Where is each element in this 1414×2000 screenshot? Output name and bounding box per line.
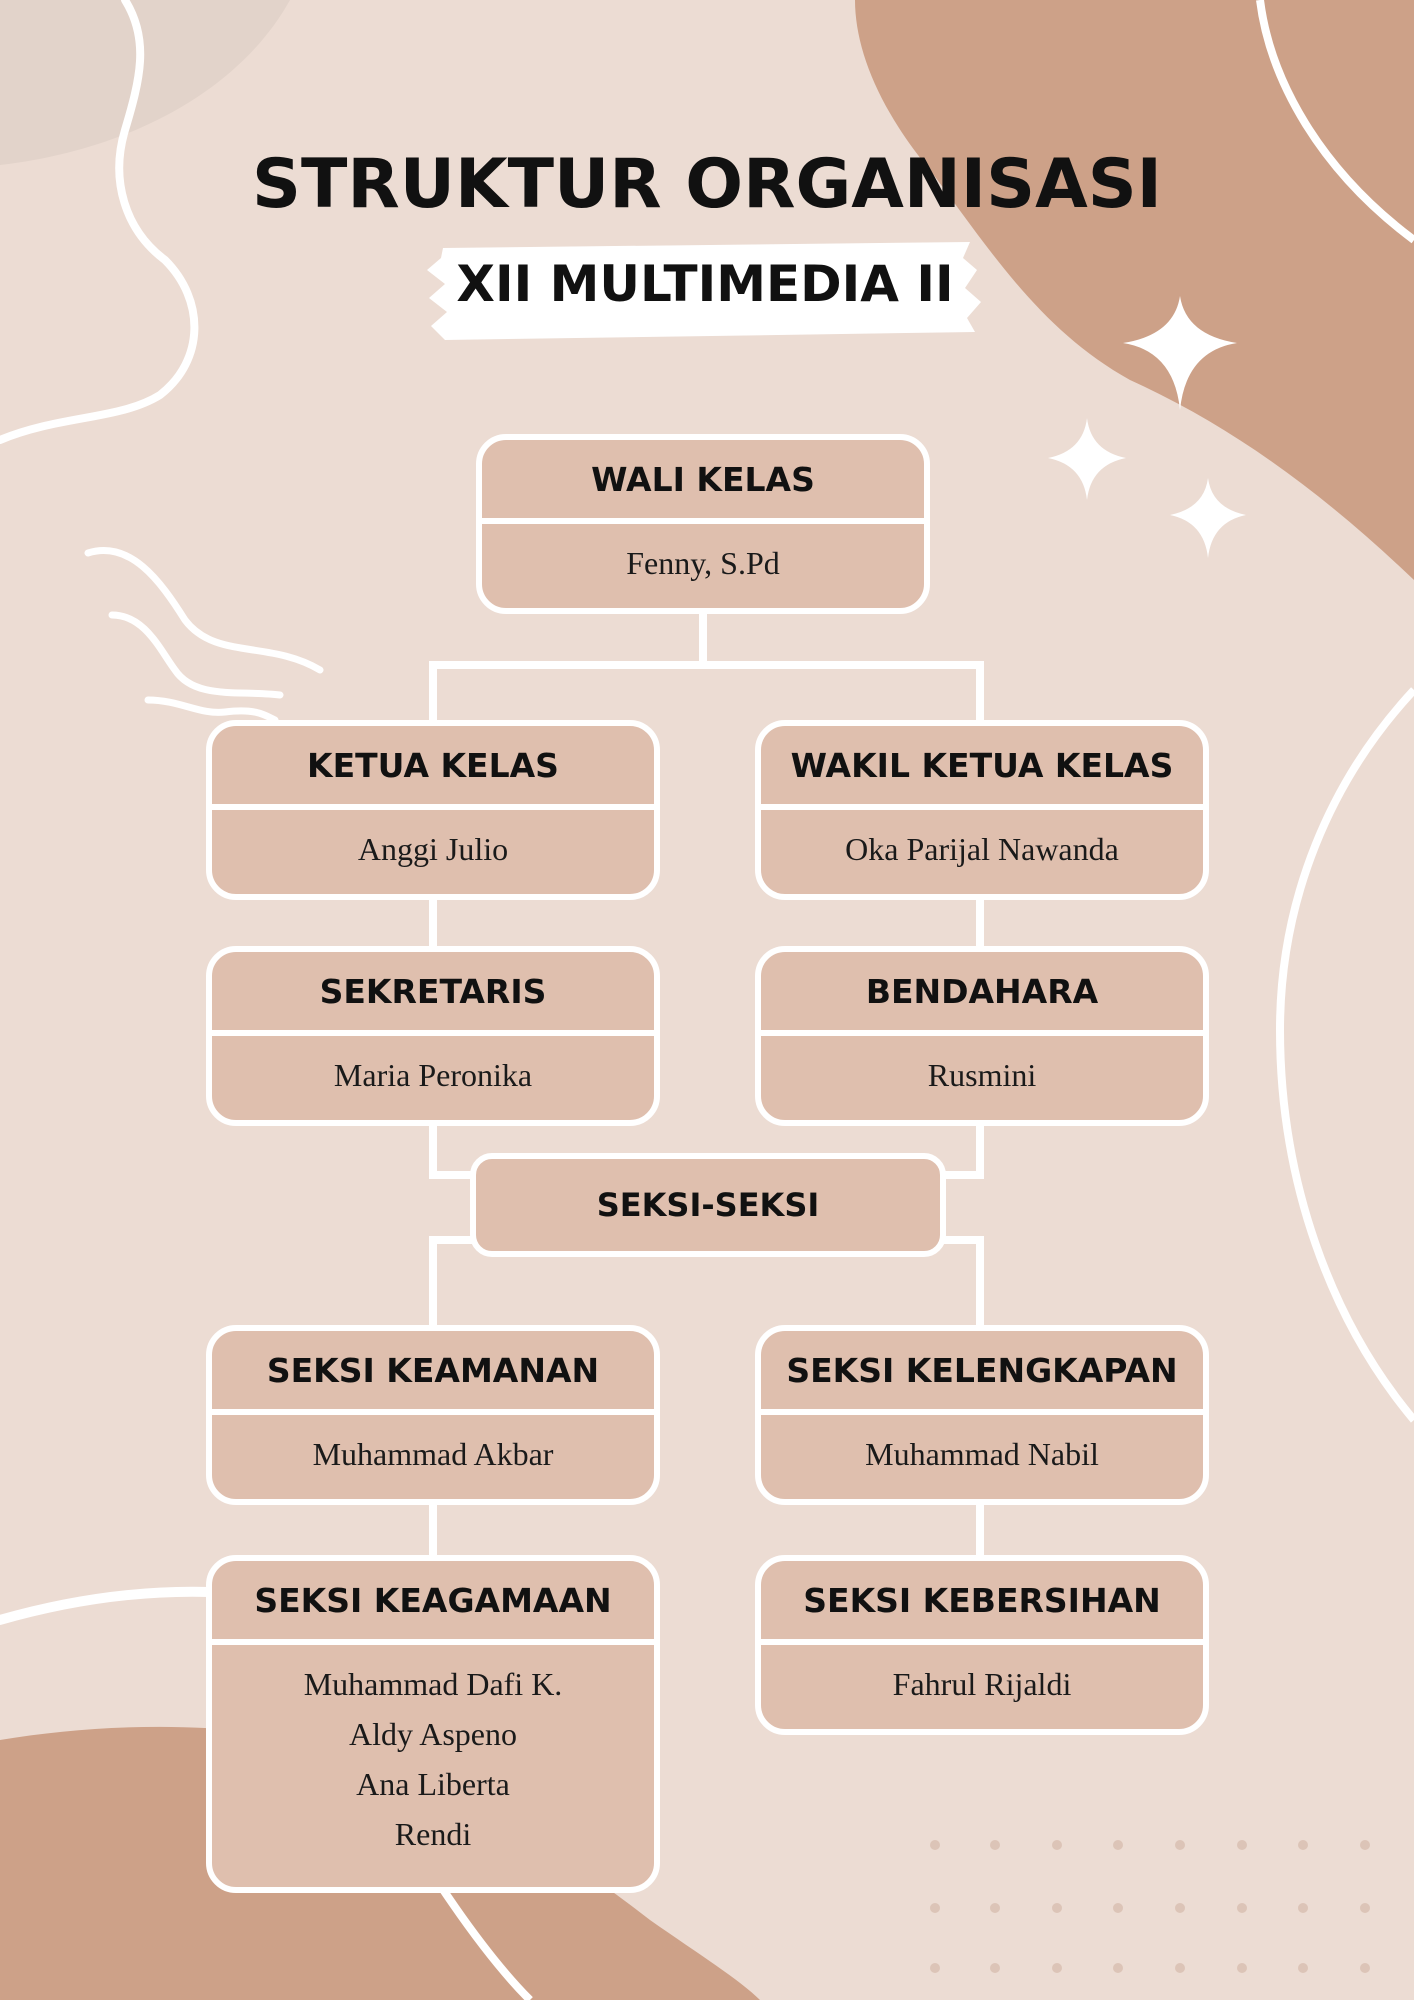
node-name: Maria Peronika (333, 1056, 533, 1093)
sparkle-icon (1170, 478, 1246, 558)
node-name: Anggi Julio (357, 830, 509, 867)
node-wakil-ketua-kelas: WAKIL KETUA KELAS Oka Parijal Nawanda (755, 720, 1209, 900)
wind-line-3 (144, 696, 279, 724)
node-role: KETUA KELAS (212, 726, 654, 810)
node-seksi-kebersihan: SEKSI KEBERSIHAN Fahrul Rijaldi (755, 1555, 1209, 1735)
node-name: Fahrul Rijaldi (892, 1665, 1072, 1702)
node-name: Rendi (394, 1815, 472, 1852)
node-role: SEKSI KEBERSIHAN (761, 1561, 1203, 1645)
node-name: Muhammad Dafi K. (303, 1665, 563, 1702)
page-subtitle: XII MULTIMEDIA II (456, 255, 954, 313)
node-sekretaris: SEKRETARIS Maria Peronika (206, 946, 660, 1126)
node-name: Muhammad Akbar (312, 1435, 554, 1472)
node-name-list: Muhammad Dafi K. Aldy Aspeno Ana Liberta… (212, 1645, 654, 1859)
node-name: Rusmini (927, 1056, 1037, 1093)
node-ketua-kelas: KETUA KELAS Anggi Julio (206, 720, 660, 900)
node-role: SEKSI KELENGKAPAN (761, 1331, 1203, 1415)
node-name: Fenny, S.Pd (626, 544, 780, 581)
node-role: BENDAHARA (761, 952, 1203, 1036)
node-role: SEKSI KEAGAMAAN (212, 1561, 654, 1645)
node-role: WALI KELAS (482, 440, 924, 524)
sparkle-icon (1048, 418, 1126, 500)
node-seksi-keamanan: SEKSI KEAMANAN Muhammad Akbar (206, 1325, 660, 1505)
node-seksi-kelengkapan: SEKSI KELENGKAPAN Muhammad Nabil (755, 1325, 1209, 1505)
node-seksi-keagamaan: SEKSI KEAGAMAAN Muhammad Dafi K. Aldy As… (206, 1555, 660, 1893)
node-role: WAKIL KETUA KELAS (761, 726, 1203, 810)
node-name: Ana Liberta (356, 1765, 510, 1802)
node-role: SEKRETARIS (212, 952, 654, 1036)
top-left-blob (0, 0, 290, 165)
node-role: SEKSI KEAMANAN (212, 1331, 654, 1415)
bottom-left-stripe (0, 1586, 215, 1625)
dot-pattern (930, 1840, 1370, 1973)
wind-line-1 (84, 547, 324, 674)
org-chart-poster: STRUKTUR ORGANISASI XII MULTIMEDIA II WA… (0, 0, 1414, 2000)
subtitle-banner: XII MULTIMEDIA II (425, 240, 985, 345)
page-title: STRUKTUR ORGANISASI (252, 145, 1162, 224)
node-wali-kelas: WALI KELAS Fenny, S.Pd (476, 434, 930, 614)
node-name: Aldy Aspeno (349, 1715, 517, 1752)
node-name: Muhammad Nabil (865, 1435, 1099, 1472)
node-bendahara: BENDAHARA Rusmini (755, 946, 1209, 1126)
node-name: Oka Parijal Nawanda (845, 830, 1119, 867)
node-seksi-seksi: SEKSI-SEKSI (470, 1153, 946, 1257)
right-arc (1275, 687, 1414, 1423)
